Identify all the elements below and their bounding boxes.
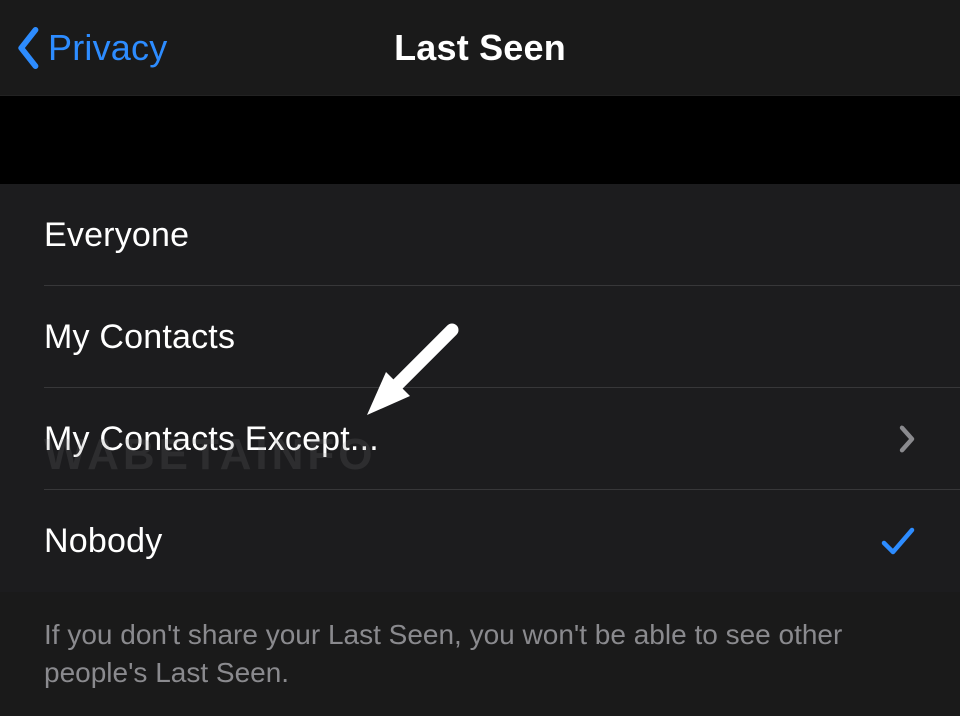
option-everyone[interactable]: Everyone — [0, 184, 960, 286]
options-list: Everyone My Contacts My Contacts Except.… — [0, 184, 960, 592]
section-spacer — [0, 96, 960, 184]
option-my-contacts-except[interactable]: My Contacts Except... — [0, 388, 960, 490]
chevron-left-icon — [14, 26, 44, 70]
checkmark-icon — [880, 525, 916, 557]
navbar: Privacy Last Seen — [0, 0, 960, 96]
option-label: Nobody — [44, 522, 162, 561]
back-label: Privacy — [48, 27, 167, 69]
option-label: My Contacts — [44, 318, 235, 357]
option-label: Everyone — [44, 216, 189, 255]
footer-text: If you don't share your Last Seen, you w… — [0, 592, 960, 716]
chevron-right-icon — [898, 424, 916, 454]
back-button[interactable]: Privacy — [14, 0, 167, 95]
page-title: Last Seen — [394, 27, 566, 69]
option-nobody[interactable]: Nobody — [0, 490, 960, 592]
option-my-contacts[interactable]: My Contacts — [0, 286, 960, 388]
option-label: My Contacts Except... — [44, 420, 379, 459]
